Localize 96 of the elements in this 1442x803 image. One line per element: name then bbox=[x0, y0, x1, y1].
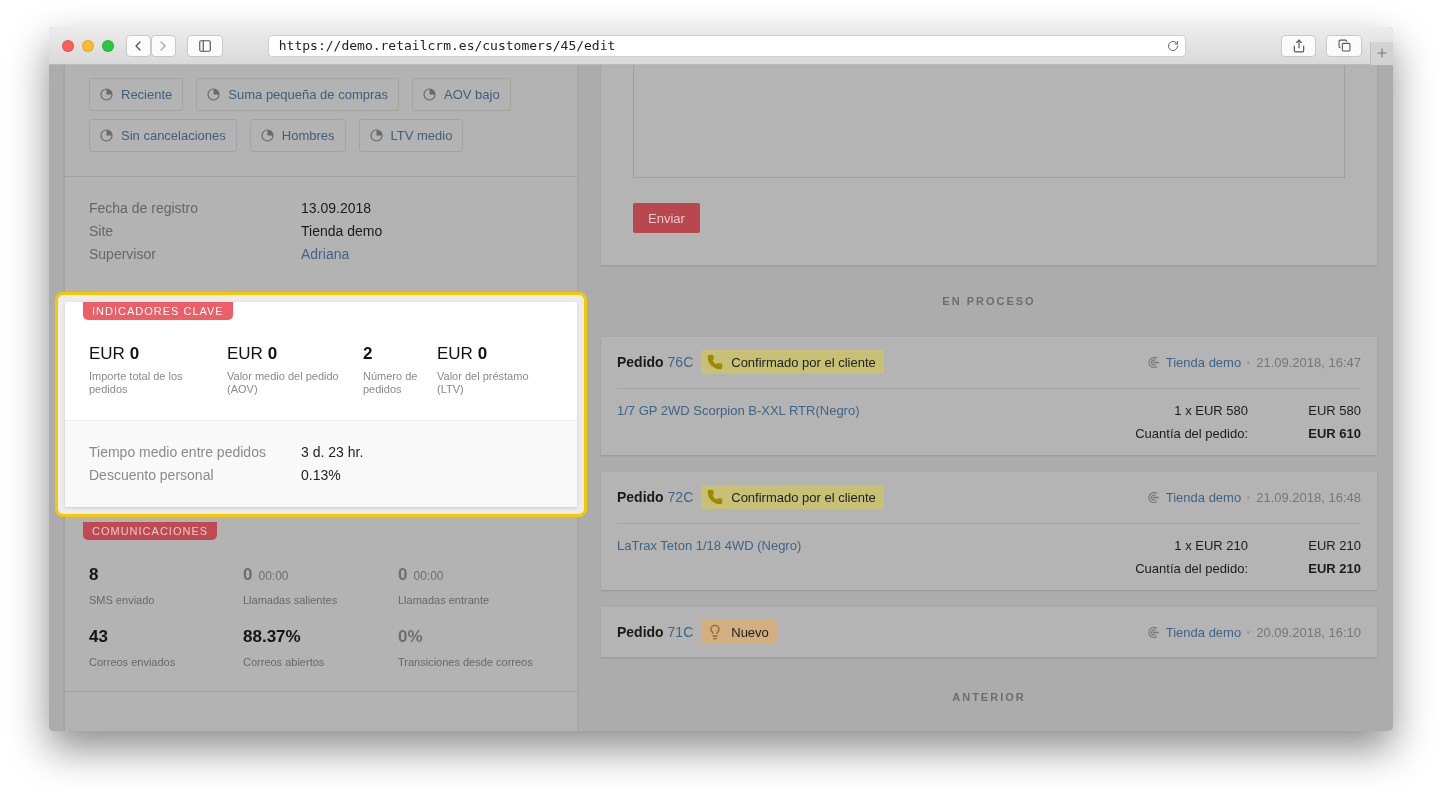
stat-label: Correos enviados bbox=[89, 656, 177, 668]
stat-label: Correos abiertos bbox=[243, 656, 326, 668]
address-bar[interactable]: https://demo.retailcrm.es/customers/45/edit bbox=[267, 34, 1187, 57]
info-label: Fecha de registro bbox=[89, 199, 199, 218]
zoom-window-button[interactable] bbox=[101, 39, 114, 52]
metric-label: Valor medio del pedido (AOV) bbox=[227, 370, 340, 396]
metric-label: Valor del préstamo (LTV) bbox=[437, 370, 530, 396]
sidebar-button[interactable] bbox=[186, 34, 223, 57]
stat-duration: 00:00 bbox=[413, 569, 444, 583]
segment-tag[interactable]: Hombres bbox=[249, 119, 346, 152]
metric-value: EUR 0 bbox=[89, 344, 141, 364]
stat-value: 0 bbox=[243, 565, 253, 585]
phone-icon bbox=[707, 354, 724, 370]
pie-chart-icon bbox=[423, 88, 437, 101]
info-label: Site bbox=[89, 222, 115, 241]
order-status: Nuevo bbox=[701, 620, 777, 644]
stat-value: 8 bbox=[89, 565, 99, 585]
phone-icon bbox=[707, 489, 724, 505]
tabs-icon bbox=[1337, 39, 1351, 52]
share-icon bbox=[1291, 38, 1306, 53]
order-date: 21.09.2018, 16:47 bbox=[1256, 354, 1361, 370]
reload-icon[interactable] bbox=[1167, 39, 1180, 52]
section-heading: ANTERIOR bbox=[952, 691, 1026, 703]
pie-chart-icon bbox=[100, 129, 113, 142]
order-title: Pedido 71C bbox=[617, 624, 694, 640]
pie-chart-icon bbox=[369, 129, 383, 142]
new-tab-button[interactable] bbox=[1370, 41, 1393, 65]
url-text: https://demo.retailcrm.es/customers/45/edit bbox=[278, 38, 617, 53]
sidebar-icon bbox=[197, 38, 212, 53]
item-total: EUR 580 bbox=[1307, 403, 1361, 418]
info-value: Tienda demo bbox=[301, 222, 384, 241]
stat-value: 0% bbox=[398, 627, 423, 647]
segment-tag[interactable]: LTV medio bbox=[358, 119, 464, 152]
info-value: 13.09.2018 bbox=[301, 199, 373, 218]
store-link[interactable]: Tienda demo bbox=[1165, 624, 1242, 640]
stat-value: 0 bbox=[398, 565, 408, 585]
section-heading: EN PROCESO bbox=[942, 295, 1036, 307]
metric-value: 2 bbox=[363, 344, 374, 364]
item-quantity: 1 x EUR 210 bbox=[1173, 538, 1248, 553]
store-logo-icon bbox=[1146, 355, 1160, 369]
comment-field[interactable] bbox=[633, 65, 1345, 178]
detail-label: Descuento personal bbox=[89, 466, 215, 485]
pie-chart-icon bbox=[100, 88, 113, 101]
order-number-link[interactable]: 71C bbox=[667, 624, 694, 640]
segment-tag[interactable]: Sin cancelaciones bbox=[89, 119, 237, 152]
pie-chart-icon bbox=[260, 129, 274, 142]
store-link[interactable]: Tienda demo bbox=[1165, 354, 1242, 370]
order-number-link[interactable]: 72C bbox=[667, 489, 694, 505]
section-badge: COMUNICACIONES bbox=[83, 522, 218, 540]
section-badge: INDICADORES CLAVE bbox=[83, 302, 233, 320]
send-button[interactable]: Enviar bbox=[633, 203, 700, 233]
segment-tag[interactable]: AOV bajo bbox=[412, 78, 511, 111]
plus-icon bbox=[1375, 46, 1389, 60]
item-total: EUR 210 bbox=[1307, 538, 1361, 553]
back-button[interactable] bbox=[125, 34, 151, 57]
order-status: Confirmado por el cliente bbox=[701, 350, 884, 374]
stat-label: SMS enviado bbox=[89, 594, 156, 606]
order-sum: EUR 610 bbox=[1307, 426, 1361, 441]
metric-value: EUR 0 bbox=[227, 344, 279, 364]
store-logo-icon bbox=[1146, 625, 1160, 639]
segment-tag[interactable]: Reciente bbox=[89, 78, 184, 111]
order-title: Pedido 72C bbox=[617, 489, 694, 505]
product-link[interactable]: 1/7 GP 2WD Scorpion B-XXL RTR(Negro) bbox=[617, 403, 860, 418]
stat-label: Transiciones desde correos bbox=[398, 656, 534, 668]
item-quantity: 1 x EUR 580 bbox=[1173, 403, 1248, 418]
minimize-window-button[interactable] bbox=[82, 39, 94, 52]
product-link[interactable]: LaTrax Teton 1/18 4WD (Negro) bbox=[617, 538, 802, 553]
order-number-link[interactable]: 76C bbox=[667, 354, 694, 370]
metric-value: EUR 0 bbox=[437, 344, 489, 364]
order-date: 20.09.2018, 16:10 bbox=[1256, 624, 1361, 640]
supervisor-link[interactable]: Adriana bbox=[301, 243, 553, 266]
stat-duration: 00:00 bbox=[258, 569, 289, 583]
metric-label: Importe total de los pedidos bbox=[89, 370, 184, 396]
close-window-button[interactable] bbox=[62, 39, 74, 52]
stat-value: 88.37% bbox=[243, 627, 301, 647]
order-sum-label: Cuantía del pedido: bbox=[1134, 561, 1248, 576]
store-link[interactable]: Tienda demo bbox=[1165, 489, 1242, 505]
segment-tag[interactable]: Suma pequeña de compras bbox=[196, 78, 400, 111]
tabs-button[interactable] bbox=[1326, 34, 1362, 57]
pie-chart-icon bbox=[207, 88, 221, 101]
info-label: Supervisor bbox=[89, 245, 157, 264]
detail-value: 3 d. 23 hr. bbox=[301, 443, 365, 462]
store-logo-icon bbox=[1146, 490, 1160, 504]
detail-value: 0.13% bbox=[301, 466, 342, 485]
order-sum: EUR 210 bbox=[1307, 561, 1361, 576]
metric-label: Número de pedidos bbox=[363, 370, 419, 396]
share-button[interactable] bbox=[1281, 34, 1317, 57]
stat-label: Llamadas salientes bbox=[243, 594, 339, 606]
forward-button[interactable] bbox=[150, 34, 176, 57]
order-status: Confirmado por el cliente bbox=[701, 485, 884, 509]
order-sum-label: Cuantía del pedido: bbox=[1134, 426, 1248, 441]
stat-label: Llamadas entrante bbox=[398, 594, 491, 606]
detail-label: Tiempo medio entre pedidos bbox=[89, 443, 267, 462]
stat-value: 43 bbox=[89, 627, 108, 647]
order-title: Pedido 76C bbox=[617, 354, 694, 370]
order-date: 21.09.2018, 16:48 bbox=[1256, 489, 1361, 505]
